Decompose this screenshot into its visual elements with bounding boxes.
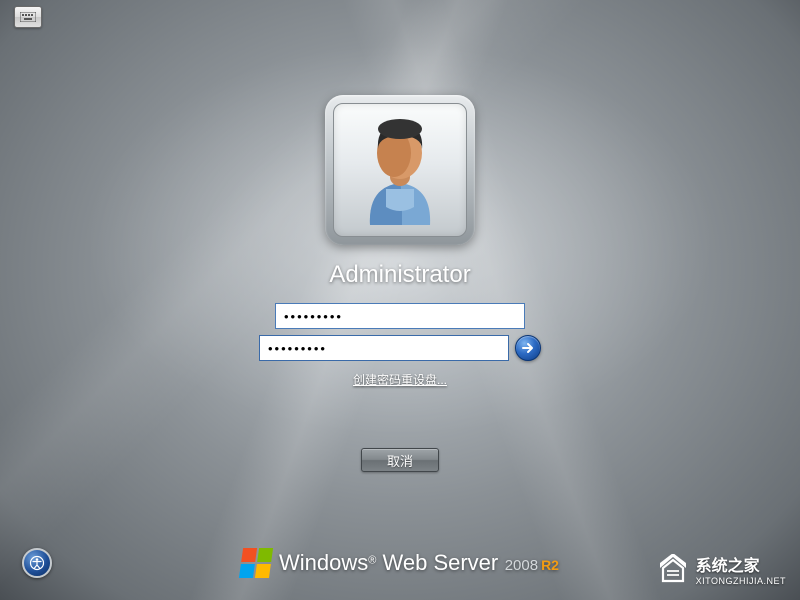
user-avatar xyxy=(333,103,467,237)
keyboard-icon xyxy=(20,12,36,22)
password-row-1 xyxy=(275,303,525,329)
password-row-2 xyxy=(259,335,541,361)
user-avatar-icon xyxy=(350,115,450,225)
brand-prefix: Windows xyxy=(279,550,368,575)
windows-flag-icon xyxy=(239,548,273,578)
windows-brand: Windows® Web Server 2008R2 xyxy=(241,548,559,578)
create-password-reset-disk-link[interactable]: 创建密码重设盘... xyxy=(353,371,447,388)
password-input-1[interactable] xyxy=(275,303,525,329)
submit-login-button[interactable] xyxy=(515,335,541,361)
brand-suffix: R2 xyxy=(541,557,559,573)
brand-mid: Web Server xyxy=(376,550,498,575)
user-avatar-frame xyxy=(325,95,475,245)
login-screen-background: Administrator 创建密码重设盘... 取消 Windows® W xyxy=(0,0,800,600)
ease-of-access-button[interactable] xyxy=(22,548,52,578)
username-label: Administrator xyxy=(329,261,470,289)
brand-year: 2008 xyxy=(505,557,538,574)
brand-text: Windows® Web Server 2008R2 xyxy=(279,550,559,576)
login-panel: Administrator 创建密码重设盘... 取消 xyxy=(259,95,541,472)
password-input-2[interactable] xyxy=(259,335,509,361)
arrow-right-icon xyxy=(521,341,535,355)
house-icon xyxy=(656,554,690,584)
watermark-name: 系统之家 xyxy=(696,558,760,575)
site-watermark: 系统之家 XITONGZHIJIA.NET xyxy=(656,552,786,586)
watermark-url: XITONGZHIJIA.NET xyxy=(696,576,786,586)
cancel-button[interactable]: 取消 xyxy=(361,448,439,472)
on-screen-keyboard-button[interactable] xyxy=(14,6,42,28)
ease-of-access-icon xyxy=(29,555,45,571)
